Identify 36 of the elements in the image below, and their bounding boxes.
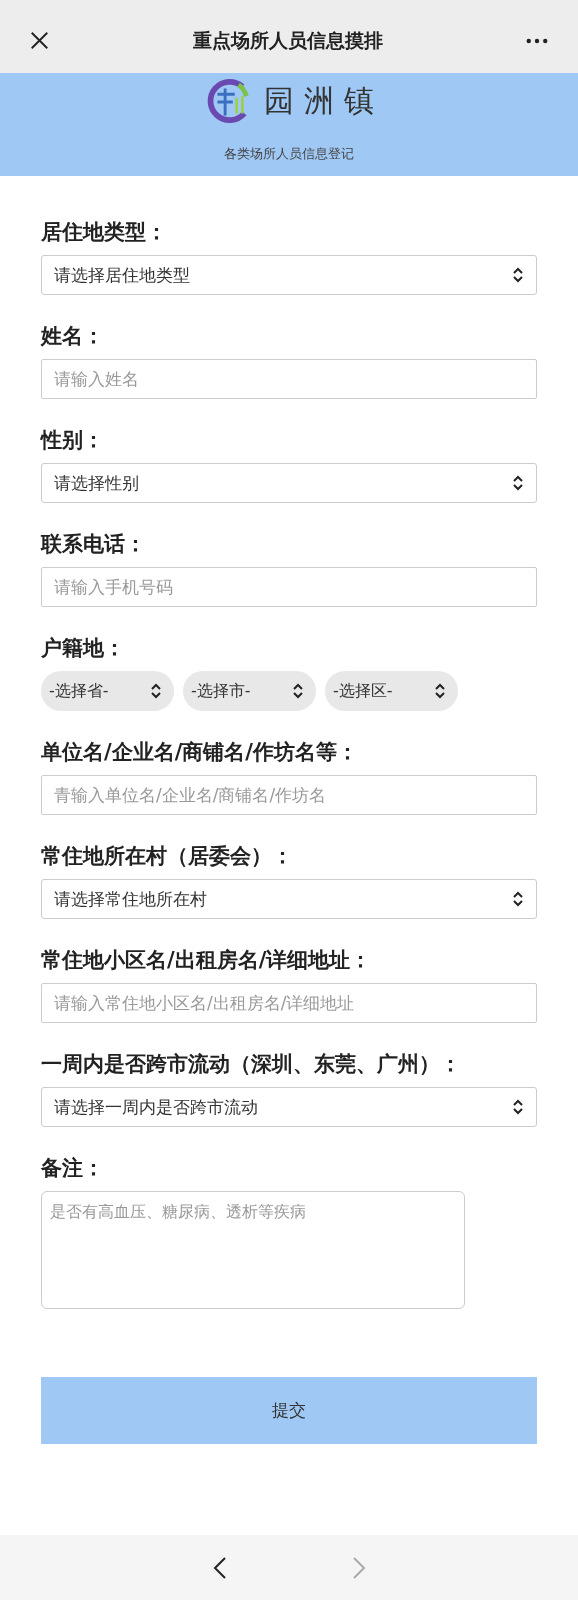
field-label: 备注： <box>41 1155 105 1182</box>
chevron-icon <box>434 683 446 699</box>
field-label: 姓名： <box>41 323 105 350</box>
submit-button[interactable]: 提交 <box>41 1377 537 1444</box>
notes-field[interactable]: 是否有高血压、糖尿病、透析等疾病 <box>41 1191 465 1309</box>
region-select[interactable]: -选择市- <box>183 671 316 711</box>
region-select[interactable]: -选择省- <box>41 671 174 711</box>
input-field[interactable]: 请输入常住地小区名/出租房名/详细地址 <box>41 983 537 1023</box>
more-icon[interactable] <box>526 37 548 44</box>
field-label: 性别： <box>41 427 105 454</box>
back-icon[interactable] <box>212 1555 227 1580</box>
field-label: 户籍地： <box>41 635 126 662</box>
select-field[interactable]: 请选择居住地类型 <box>41 255 537 295</box>
field-label: 单位名/企业名/商铺名/作坊名等： <box>41 739 359 766</box>
field-label: 联系电话： <box>41 531 147 558</box>
field-label: 一周内是否跨市流动（深圳、东莞、广州）： <box>41 1051 462 1078</box>
input-field[interactable]: 青输入单位名/企业名/商铺名/作坊名 <box>41 775 537 815</box>
select-field[interactable]: 请选择一周内是否跨市流动 <box>41 1087 537 1127</box>
field-label: 常住地所在村（居委会）： <box>41 843 294 870</box>
region-select[interactable]: -选择区- <box>325 671 458 711</box>
chevron-icon <box>292 683 304 699</box>
chevron-icon <box>512 267 524 283</box>
chevron-icon <box>512 1099 524 1115</box>
town-name: 园 洲 镇 <box>264 81 374 120</box>
input-field[interactable]: 请输入手机号码 <box>41 567 537 607</box>
page-title: 重点场所人员信息摸排 <box>192 27 383 53</box>
close-icon[interactable] <box>30 31 49 50</box>
banner-subtitle: 各类场所人员信息登记 <box>224 145 354 163</box>
select-field[interactable]: 请选择性别 <box>41 463 537 503</box>
chevron-icon <box>512 891 524 907</box>
select-field[interactable]: 请选择常住地所在村 <box>41 879 537 919</box>
field-label: 居住地类型： <box>41 219 168 246</box>
input-field[interactable]: 请输入姓名 <box>41 359 537 399</box>
field-label: 常住地小区名/出租房名/详细地址： <box>41 947 373 974</box>
chevron-icon <box>150 683 162 699</box>
chevron-icon <box>512 475 524 491</box>
